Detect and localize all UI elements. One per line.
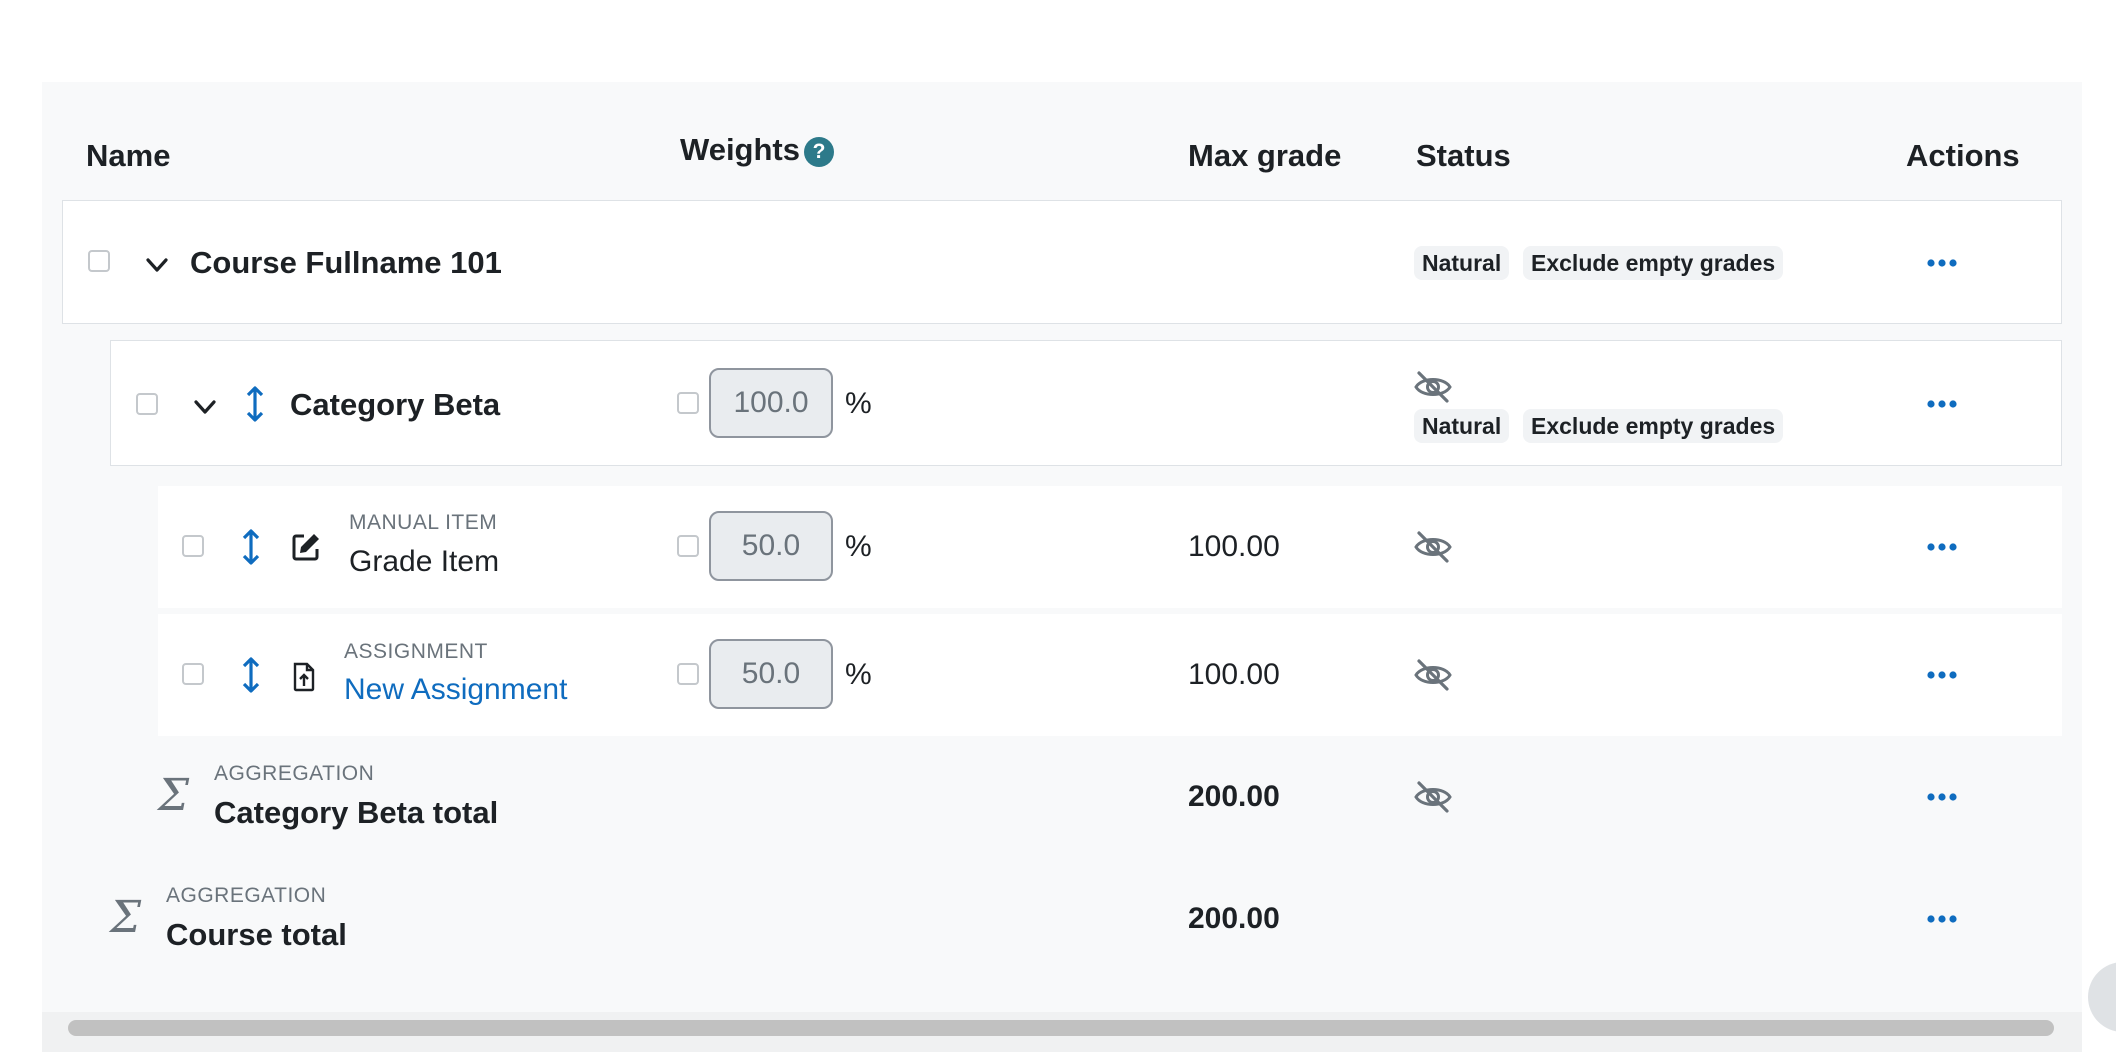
- weight-input[interactable]: [709, 368, 833, 438]
- chevron-down-icon[interactable]: [192, 394, 218, 420]
- category-total-name: Category Beta total: [214, 795, 499, 830]
- course-title: Course Fullname 101: [190, 245, 502, 280]
- eye-slash-icon: [1414, 781, 1452, 813]
- weight-override-checkbox[interactable]: [677, 663, 699, 685]
- max-grade-value: 200.00: [1188, 780, 1280, 813]
- course-total-name: Course total: [166, 917, 347, 952]
- weight-override-checkbox[interactable]: [677, 392, 699, 414]
- sigma-icon: Σ: [110, 892, 142, 943]
- move-arrows-icon[interactable]: [240, 527, 262, 567]
- status-badge-exclude-empty: Exclude empty grades: [1523, 409, 1784, 443]
- move-arrows-icon[interactable]: [244, 384, 266, 424]
- ellipsis-icon[interactable]: [1926, 541, 1958, 553]
- item-type-label: ASSIGNMENT: [344, 640, 488, 663]
- course-select-checkbox[interactable]: [88, 250, 110, 272]
- ellipsis-icon[interactable]: [1926, 913, 1958, 925]
- category-select-checkbox[interactable]: [136, 393, 158, 415]
- assignment-select-checkbox[interactable]: [182, 663, 204, 685]
- floating-drawer-button[interactable]: [2088, 962, 2116, 1032]
- weight-unit: %: [845, 530, 872, 563]
- item-type-label: AGGREGATION: [166, 884, 327, 907]
- horizontal-scrollbar-thumb[interactable]: [68, 1020, 2054, 1036]
- sigma-icon: Σ: [158, 770, 190, 821]
- weight-override-checkbox[interactable]: [677, 535, 699, 557]
- column-header-actions: Actions: [1906, 138, 2020, 173]
- weights-help-icon[interactable]: ?: [804, 137, 834, 167]
- ellipsis-icon[interactable]: [1926, 398, 1958, 410]
- weight-input[interactable]: [709, 511, 833, 581]
- status-badge-aggregation: Natural: [1414, 409, 1510, 443]
- eye-slash-icon: [1414, 659, 1452, 691]
- column-header-max-grade: Max grade: [1188, 138, 1342, 173]
- status-badge-exclude-empty: Exclude empty grades: [1523, 246, 1784, 280]
- eye-slash-icon: [1414, 371, 1452, 403]
- column-header-status: Status: [1416, 138, 1511, 173]
- ellipsis-icon[interactable]: [1926, 257, 1958, 269]
- status-badge-aggregation: Natural: [1414, 246, 1510, 280]
- max-grade-value: 100.00: [1188, 658, 1280, 691]
- move-arrows-icon[interactable]: [240, 655, 262, 695]
- item-type-label: AGGREGATION: [214, 762, 375, 785]
- max-grade-value: 100.00: [1188, 530, 1280, 563]
- ellipsis-icon[interactable]: [1926, 791, 1958, 803]
- weight-input[interactable]: [709, 639, 833, 709]
- chevron-down-icon[interactable]: [144, 252, 170, 278]
- assignment-link[interactable]: New Assignment: [344, 673, 567, 707]
- weight-unit: %: [845, 658, 872, 691]
- column-header-name: Name: [86, 138, 171, 173]
- grade-item-select-checkbox[interactable]: [182, 535, 204, 557]
- column-header-weights: Weights: [680, 132, 800, 167]
- edit-icon: [292, 534, 319, 561]
- assignment-file-icon: [293, 662, 315, 692]
- ellipsis-icon[interactable]: [1926, 669, 1958, 681]
- eye-slash-icon: [1414, 531, 1452, 563]
- max-grade-value: 200.00: [1188, 902, 1280, 935]
- weight-unit: %: [845, 387, 872, 420]
- category-title: Category Beta: [290, 387, 501, 422]
- item-type-label: MANUAL ITEM: [349, 511, 498, 534]
- grade-item-name: Grade Item: [349, 545, 500, 578]
